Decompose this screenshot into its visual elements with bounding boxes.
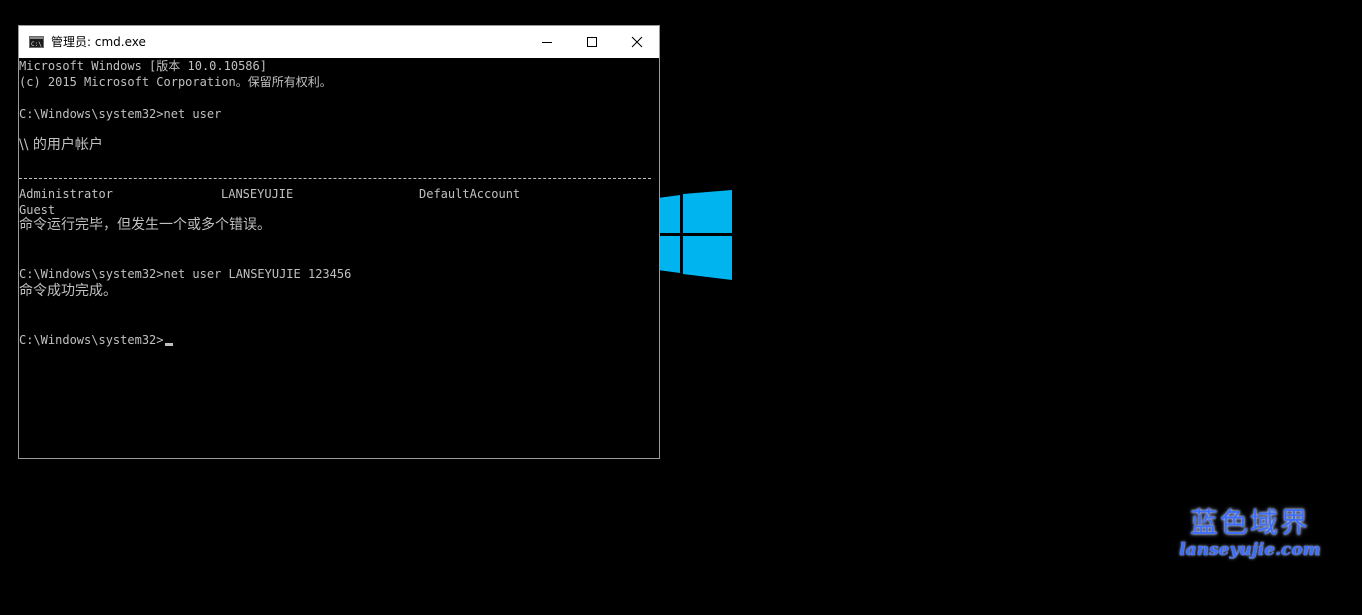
title-bar[interactable]: C:\ 管理员: cmd.exe: [19, 26, 659, 58]
user-name-administrator: Administrator: [19, 187, 113, 201]
console-line-user-accounts-header: \\ 的用户帐户: [19, 137, 103, 153]
watermark: 蓝色域界 lanseyujie.com: [1170, 506, 1330, 560]
watermark-chinese: 蓝色域界: [1189, 506, 1310, 539]
close-button[interactable]: [614, 26, 659, 58]
minimize-button[interactable]: [524, 26, 569, 58]
user-name-guest: Guest: [19, 203, 56, 217]
user-name-defaultaccount: DefaultAccount: [419, 187, 521, 201]
console-line-copyright: (c) 2015 Microsoft Corporation。保留所有权利。: [19, 75, 332, 89]
maximize-icon: [586, 37, 597, 47]
window-title: 管理员: cmd.exe: [51, 35, 146, 49]
svg-text:C:\: C:\: [31, 41, 42, 48]
maximize-button[interactable]: [569, 26, 614, 58]
console-line-command-set-password: C:\Windows\system32>net user LANSEYUJIE …: [19, 267, 352, 281]
cmd-icon: C:\: [29, 36, 44, 48]
watermark-url: lanseyujie.com: [1179, 540, 1321, 560]
user-name-lanseyujie: LANSEYUJIE: [221, 187, 294, 201]
console-prompt-line[interactable]: C:\Windows\system32>: [19, 332, 173, 348]
windows-logo-icon: [658, 190, 732, 280]
cmd-window[interactable]: C:\ 管理员: cmd.exe Microsoft Windows [版本 1…: [18, 25, 660, 459]
console-separator: [19, 178, 651, 179]
console-output[interactable]: Microsoft Windows [版本 10.0.10586] (c) 20…: [19, 58, 659, 458]
console-line-version: Microsoft Windows [版本 10.0.10586]: [19, 59, 267, 73]
minimize-icon: [541, 42, 552, 43]
console-line-command-net-user: C:\Windows\system32>net user: [19, 107, 222, 121]
desktop: C:\ 管理员: cmd.exe Microsoft Windows [版本 1…: [0, 0, 1362, 615]
console-prompt: C:\Windows\system32>: [19, 333, 164, 347]
console-line-error-result: 命令运行完毕，但发生一个或多个错误。: [19, 217, 271, 233]
text-cursor: [164, 343, 173, 346]
close-icon: [631, 36, 642, 48]
console-line-success-result: 命令成功完成。: [19, 283, 117, 299]
